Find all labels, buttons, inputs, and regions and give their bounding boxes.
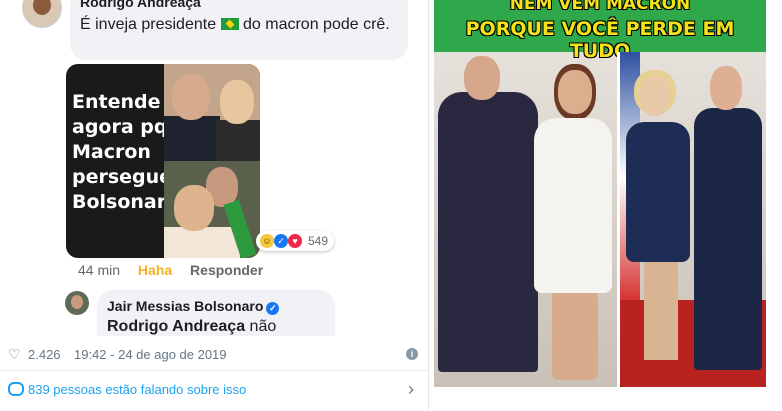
- meme-headline-1: NEM VEM MACRON: [509, 0, 691, 14]
- meme-photo-bottom: [164, 161, 260, 258]
- avatar[interactable]: [65, 291, 89, 315]
- photo-figure: [164, 227, 240, 258]
- photo-figure: [464, 56, 500, 100]
- photo-figure: [216, 120, 260, 161]
- mention[interactable]: Rodrigo Andreaça: [107, 318, 245, 335]
- comment-text: Rodrigo Andreaça não: [107, 318, 276, 336]
- comment-time[interactable]: 44 min: [78, 262, 120, 278]
- conversation-count: 839 pessoas estão falando sobre isso: [28, 382, 247, 397]
- photo-figure: [552, 290, 598, 380]
- photo-figure: [438, 92, 538, 372]
- avatar-face: [33, 0, 51, 15]
- comment-text: É inveja presidente do macron pode crê.: [80, 14, 400, 36]
- photo-figure: [558, 70, 592, 114]
- info-icon[interactable]: i: [406, 348, 418, 360]
- photo-figure: [710, 66, 742, 110]
- tweet-meta-bar: ♡ 2.426 19:42 - 24 de ago de 2019 i: [0, 336, 428, 371]
- photo-figure: [172, 74, 210, 120]
- conversation-link[interactable]: 839 pessoas estão falando sobre isso ›: [0, 371, 428, 409]
- photo-figure: [534, 118, 612, 293]
- meme-image-panel: NEM VEM MACRON PORQUE VOCÊ PERDE EM TUDO: [434, 0, 782, 411]
- photo-figure: [220, 80, 254, 124]
- love-icon: ♥: [288, 234, 302, 248]
- photo-figure: [164, 116, 220, 161]
- like-count[interactable]: 2.426: [28, 347, 61, 362]
- comment-author[interactable]: Rodrigo Andreaça: [80, 0, 201, 10]
- photo-figure: [640, 76, 670, 116]
- haha-reaction-link[interactable]: Haha: [138, 262, 172, 278]
- meme-photo-top: [164, 64, 260, 161]
- brazil-flag-icon: [220, 18, 239, 30]
- photo-figure: [644, 260, 678, 360]
- meme-caption: Entende agora pq Macron persegue Bolsona…: [72, 91, 191, 213]
- haha-icon: ☺: [260, 234, 274, 248]
- tweet-datetime[interactable]: 19:42 - 24 de ago de 2019: [74, 347, 227, 362]
- comment-text-body: não: [249, 318, 277, 335]
- photo-figure: [174, 185, 214, 231]
- photo-figure: [694, 108, 762, 370]
- photo-figure: [626, 122, 690, 262]
- chevron-right-icon: ›: [408, 379, 414, 399]
- comment-author-name: Jair Messias Bolsonaro: [107, 298, 264, 314]
- reply-link[interactable]: Responder: [190, 262, 263, 278]
- reaction-count: 549: [308, 234, 329, 248]
- comment-meme-image[interactable]: Entende agora pq Macron persegue Bolsona…: [66, 64, 260, 258]
- avatar-face: [71, 295, 83, 309]
- comment-text-part-1: É inveja presidente: [80, 16, 217, 33]
- heart-icon[interactable]: ♡: [8, 346, 21, 363]
- like-icon: ✓: [274, 234, 288, 248]
- reaction-summary[interactable]: ☺ ✓ ♥ 549: [256, 231, 334, 251]
- comment-actions: 44 min Haha Responder: [78, 262, 277, 278]
- image-divider: [617, 52, 620, 387]
- comment-author[interactable]: Jair Messias Bolsonaro ✓: [107, 298, 280, 315]
- comment-text-part-2: do macron pode crê.: [243, 16, 390, 33]
- tweet-screenshot: Rodrigo Andreaça É inveja presidente do …: [0, 0, 429, 411]
- avatar[interactable]: [22, 0, 62, 28]
- speech-bubble-icon: [8, 382, 24, 396]
- meme-photo: NEM VEM MACRON PORQUE VOCÊ PERDE EM TUDO: [434, 0, 766, 387]
- verified-badge-icon: ✓: [266, 302, 280, 315]
